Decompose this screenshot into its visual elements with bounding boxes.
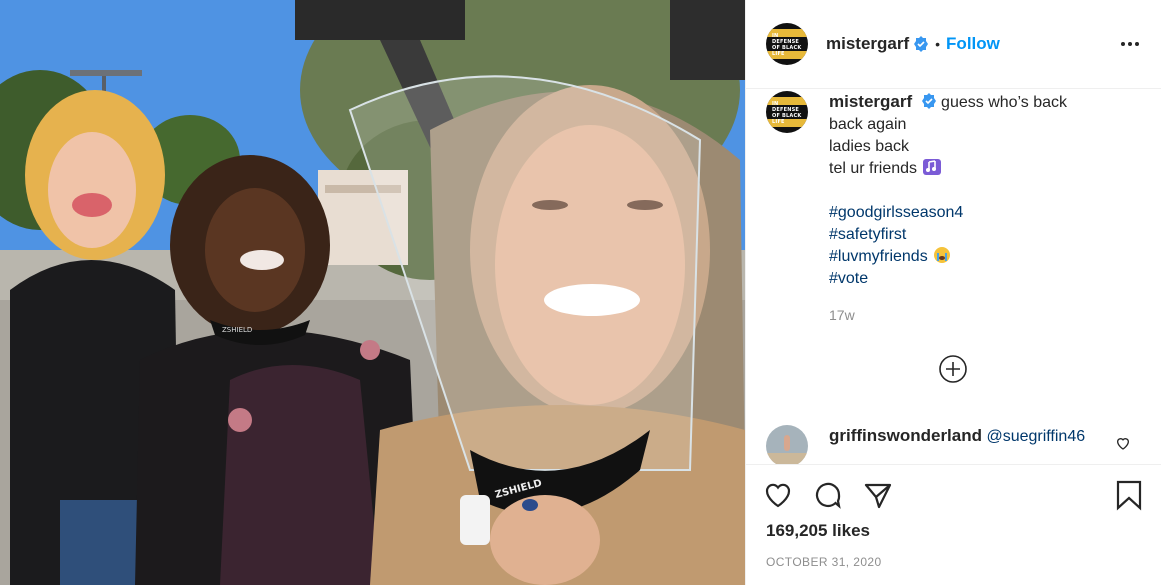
caption-body: mistergarf guess who’s back back again l…	[829, 91, 1067, 290]
verified-badge-icon	[914, 36, 929, 52]
post-photo[interactable]: ZSHIELD ZSHIELD	[0, 0, 745, 585]
more-options-icon[interactable]	[1119, 36, 1141, 52]
hashtag-link[interactable]: #safetyfirst	[829, 224, 1067, 246]
music-notes-emoji-icon	[922, 159, 941, 175]
comment-icon[interactable]	[812, 479, 844, 511]
instagram-post: ZSHIELD ZSHIELD IN DEFENSE OF BLACK LIFE…	[0, 0, 1161, 585]
comment-body: griffinswonderland @suegriffin46	[829, 425, 1085, 448]
share-icon[interactable]	[862, 479, 894, 511]
shield-brand-text-small: ZSHIELD	[222, 326, 252, 334]
caption: IN DEFENSE OF BLACK LIFE mistergarf gues…	[746, 91, 1161, 290]
follow-button[interactable]: Follow	[946, 34, 1000, 54]
post-age[interactable]: 17w	[829, 307, 855, 323]
action-bar	[746, 465, 1161, 525]
caption-avatar[interactable]: IN DEFENSE OF BLACK LIFE	[766, 91, 808, 133]
separator-dot: •	[935, 36, 941, 52]
post-header: IN DEFENSE OF BLACK LIFE mistergarf • Fo…	[746, 0, 1161, 89]
caption-avatar-text: IN DEFENSE OF BLACK LIFE	[772, 101, 802, 125]
likes-count[interactable]: 169,205 likes	[746, 521, 1161, 541]
verified-badge-icon	[921, 93, 936, 109]
comment-mention-link[interactable]: @suegriffin46	[986, 428, 1085, 445]
caption-line: ladies back	[829, 138, 910, 155]
load-more-comments-icon[interactable]	[938, 354, 968, 384]
author-avatar[interactable]: IN DEFENSE OF BLACK LIFE	[766, 23, 808, 65]
hashtag-link[interactable]: #luvmyfriends	[829, 248, 928, 265]
author-username[interactable]: mistergarf	[826, 34, 909, 54]
caption-line: tel ur friends	[829, 160, 918, 177]
caption-username[interactable]: mistergarf	[829, 92, 912, 111]
commenter-username[interactable]: griffinswonderland	[829, 426, 982, 445]
post-side-panel: IN DEFENSE OF BLACK LIFE mistergarf • Fo…	[745, 0, 1161, 585]
heart-icon[interactable]	[762, 479, 794, 511]
avatar-text: IN DEFENSE OF BLACK LIFE	[772, 33, 802, 57]
comment-item: griffinswonderland @suegriffin46	[766, 425, 1141, 464]
heart-icon[interactable]	[1115, 435, 1131, 451]
photo-illustration: ZSHIELD ZSHIELD	[0, 0, 745, 585]
crying-face-emoji-icon	[934, 247, 951, 263]
hashtag-link[interactable]: #vote	[829, 268, 1067, 290]
bookmark-icon[interactable]	[1113, 479, 1145, 511]
caption-line: guess who’s back	[941, 94, 1068, 111]
hashtag-link[interactable]: #goodgirlsseason4	[829, 202, 1067, 224]
caption-line: back again	[829, 116, 907, 133]
commenter-avatar[interactable]	[766, 425, 808, 464]
post-date[interactable]: OCTOBER 31, 2020	[746, 555, 1161, 569]
comments-section: IN DEFENSE OF BLACK LIFE mistergarf gues…	[746, 89, 1161, 465]
